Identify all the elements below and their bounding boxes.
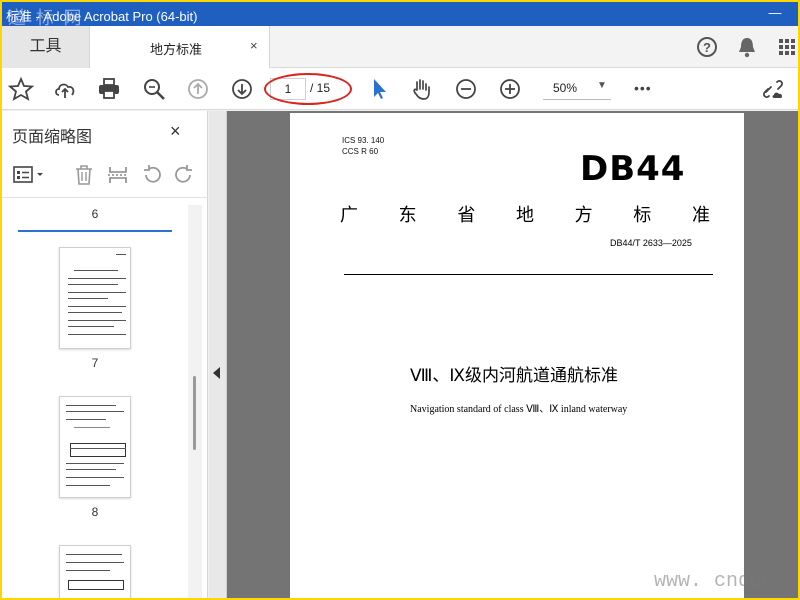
standard-category-char: 标 [633,205,652,226]
trash-icon[interactable] [72,163,96,187]
page-total: / 15 [310,81,331,95]
thumbnails-toolbar [2,159,208,189]
thumbnail-label: 7 [91,356,99,370]
help-icon[interactable]: ? [694,34,720,60]
more-icon[interactable]: ••• [634,76,660,102]
thumbnail-page[interactable] [59,247,131,349]
thumbnail-options-icon[interactable] [12,163,48,187]
standard-category: 广 东 省 地 方 标 准 [340,201,710,227]
window-title: 标准 - Adobe Acrobat Pro (64-bit) [6,9,198,24]
rotate-left-icon[interactable] [140,163,164,187]
tab-document-label: 地方标准 [150,42,203,57]
thumbnail-page[interactable] [59,396,131,498]
panel-divider [2,197,208,198]
current-page-indicator [18,230,172,232]
ccs-code: CCS R 60 [342,147,379,156]
document-title-en: Navigation standard of class Ⅷ、Ⅸ inland … [410,404,628,415]
ics-ccs-block: ICS 93. 140 CCS R 60 [342,135,384,157]
select-arrow-icon[interactable] [366,76,392,102]
thumbnail-page[interactable] [59,545,131,598]
standard-category-char: 广 [340,205,358,226]
standard-category-char: 准 [691,205,710,226]
page-number-input[interactable]: 1 [270,78,306,100]
apps-grid-icon[interactable] [774,34,798,60]
standard-category-char: 地 [515,205,534,226]
tab-bar: 工具 地方标准 × ? [2,26,798,69]
rotate-right-icon[interactable] [172,163,196,187]
star-icon[interactable] [7,76,35,102]
panel-collapse-strip[interactable] [209,111,227,598]
standard-category-char: 方 [574,205,593,226]
thumbnails-panel: 页面缩略图 × 6 7 8 [2,111,208,598]
zoom-in-icon[interactable] [497,76,523,102]
close-tab-icon[interactable]: × [250,38,258,53]
db44-code: DB44 [580,149,686,189]
extract-pages-icon[interactable] [106,163,130,187]
acrobat-window: 标准 - Adobe Acrobat Pro (64-bit) 道 标 网 — … [2,2,798,598]
upload-icon[interactable] [52,76,78,102]
tab-document[interactable]: 地方标准 × [90,26,270,69]
title-bar: 标准 - Adobe Acrobat Pro (64-bit) 道 标 网 — [2,2,798,29]
link-cloud-icon[interactable] [760,76,786,102]
chevron-down-icon: ▼ [597,80,607,91]
prev-page-icon[interactable] [185,76,211,102]
thumbnail-label-current: 6 [91,207,99,221]
zoom-value: 50% [553,81,578,95]
ics-code: ICS 93. 140 [342,136,385,145]
thumbnails-scrollbar-thumb[interactable] [193,376,196,450]
search-zoom-icon[interactable] [141,76,167,102]
svg-text:?: ? [703,40,711,55]
tab-tools[interactable]: 工具 [2,26,90,68]
thumbnails-panel-title: 页面缩略图 [12,129,93,146]
zoom-out-icon[interactable] [453,76,479,102]
document-title-cn: Ⅷ、Ⅸ级内河航道通航标准 [410,366,618,385]
hand-icon[interactable] [409,76,435,102]
thumbnail-label: 8 [91,505,99,519]
standard-category-char: 省 [457,205,476,226]
standard-number: DB44/T 2633—2025 [610,238,692,248]
bell-icon[interactable] [734,34,760,60]
next-page-icon[interactable] [229,76,255,102]
minimize-button[interactable]: — [762,2,788,26]
close-icon[interactable]: × [170,121,181,142]
main-toolbar: 1 / 15 50% ▼ ••• [2,68,798,110]
header-rule [344,274,713,275]
standard-category-char: 东 [398,205,417,226]
pdf-page: ICS 93. 140 CCS R 60 DB44 广 东 省 地 方 标 准 … [290,113,744,598]
print-icon[interactable] [96,76,122,102]
collapse-arrow-icon[interactable] [213,367,220,379]
zoom-select[interactable]: 50% ▼ [543,78,611,100]
